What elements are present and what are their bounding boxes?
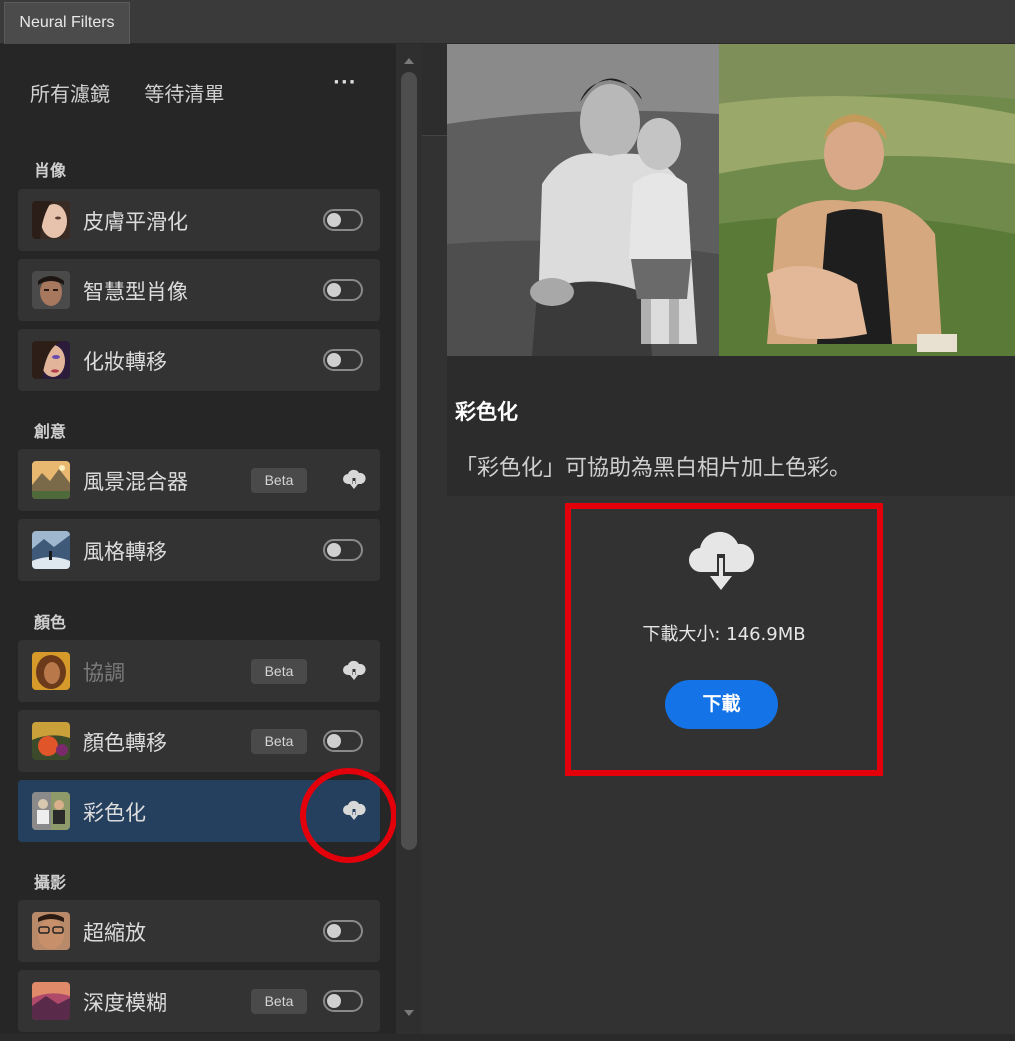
filter-landscape-mixer[interactable]: 風景混合器 Beta [18,449,380,511]
filter-label: 顏色轉移 [83,731,167,755]
bottom-bar [0,1034,1015,1041]
filter-description: 「彩色化」可協助為黑白相片加上色彩。 [455,456,852,481]
filter-skin-smoothing[interactable]: 皮膚平滑化 [18,189,380,251]
filter-label: 風格轉移 [83,540,167,564]
filter-label: 深度模糊 [83,991,167,1015]
harmonization-thumbnail [32,652,70,690]
filter-toggle[interactable] [323,349,363,371]
depth-blur-thumbnail [32,982,70,1020]
filter-depth-blur[interactable]: 深度模糊 Beta [18,970,380,1032]
panel-nav: 所有濾鏡 等待清單 [30,78,252,107]
filter-toggle[interactable] [323,730,363,752]
beta-badge: Beta [251,729,307,754]
scroll-down-icon[interactable] [404,1010,414,1016]
cloud-download-icon[interactable] [342,660,366,682]
filter-label: 超縮放 [83,921,146,945]
download-size-text: 下載大小: 146.9MB [642,624,806,645]
scroll-up-icon[interactable] [404,58,414,64]
filter-list-panel: 所有濾鏡 等待清單 ··· 肖像 皮膚平滑化 智慧型肖像 化妝轉移 創意 風景混… [0,44,396,1034]
landscape-mixer-thumbnail [32,461,70,499]
filter-style-transfer[interactable]: 風格轉移 [18,519,380,581]
filter-harmonization[interactable]: 協調 Beta [18,640,380,702]
filter-smart-portrait[interactable]: 智慧型肖像 [18,259,380,321]
download-button[interactable]: 下載 [665,680,778,729]
skin-smoothing-thumbnail [32,201,70,239]
more-options-icon[interactable]: ··· [333,72,357,93]
filter-color-transfer[interactable]: 顏色轉移 Beta [18,710,380,772]
beta-badge: Beta [251,468,307,493]
nav-waitlist[interactable]: 等待清單 [144,82,224,106]
filter-toggle[interactable] [323,990,363,1012]
filter-label: 智慧型肖像 [83,280,188,304]
filter-toggle[interactable] [323,539,363,561]
colorize-thumbnail [32,792,70,830]
colorize-preview-image [447,44,1015,356]
filter-label: 風景混合器 [83,470,188,494]
tab-bar: Neural Filters [0,0,1015,44]
beta-badge: Beta [251,989,307,1014]
filter-info-card: 彩色化 「彩色化」可協助為黑白相片加上色彩。 [447,356,1015,496]
filter-toggle[interactable] [323,209,363,231]
beta-badge: Beta [251,659,307,684]
section-color: 顏色 [34,613,67,632]
style-transfer-thumbnail [32,531,70,569]
filter-super-zoom[interactable]: 超縮放 [18,900,380,962]
cloud-download-large-icon [688,531,755,590]
filter-toggle[interactable] [323,279,363,301]
filter-list-scrollbar[interactable] [396,44,422,1034]
filter-label: 化妝轉移 [83,350,167,374]
filter-toggle[interactable] [323,920,363,942]
smart-portrait-thumbnail [32,271,70,309]
color-transfer-thumbnail [32,722,70,760]
filter-label: 協調 [83,661,125,685]
filter-label: 皮膚平滑化 [83,210,188,234]
super-zoom-thumbnail [32,912,70,950]
scrollbar-thumb[interactable] [401,72,417,850]
section-photography: 攝影 [34,873,67,892]
filter-title: 彩色化 [455,400,518,424]
tab-neural-filters[interactable]: Neural Filters [4,2,130,44]
nav-all-filters[interactable]: 所有濾鏡 [30,82,110,106]
annotation-red-circle [300,768,396,863]
cloud-download-icon[interactable] [342,469,366,491]
filter-makeup-transfer[interactable]: 化妝轉移 [18,329,380,391]
neural-filters-window: Neural Filters 所有濾鏡 等待清單 ··· 肖像 皮膚平滑化 智慧… [0,0,1015,1041]
section-creative: 創意 [34,422,67,441]
filter-label: 彩色化 [83,801,146,825]
section-portrait: 肖像 [34,161,67,180]
panel-divider [422,44,447,136]
makeup-transfer-thumbnail [32,341,70,379]
